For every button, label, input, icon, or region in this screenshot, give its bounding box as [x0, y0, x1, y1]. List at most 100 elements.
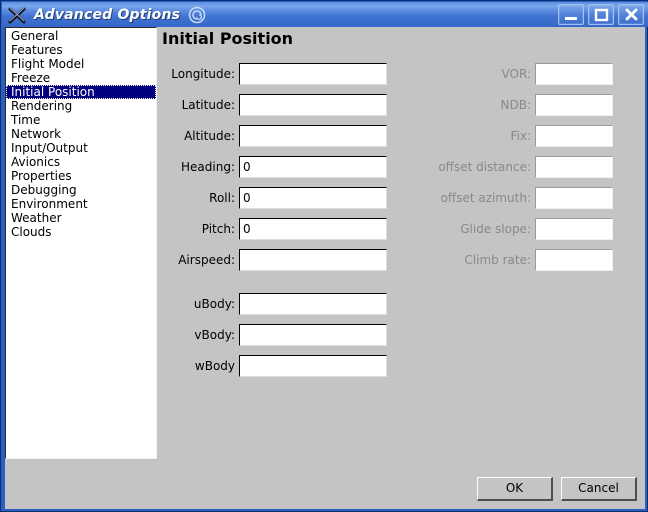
label-heading: Heading:	[181, 160, 235, 174]
field-row-pitch: Pitch: 0	[162, 218, 387, 240]
sidebar-item-avionics[interactable]: Avionics	[6, 155, 156, 169]
label-longitude: Longitude:	[171, 67, 235, 81]
label-ubody: uBody:	[193, 297, 235, 311]
sidebar-item-label: Flight Model	[11, 57, 85, 71]
sidebar-item-label: Rendering	[11, 99, 73, 113]
category-list[interactable]: General Features Flight Model Freeze Initial…	[5, 27, 157, 459]
sidebar-item-label: Clouds	[11, 225, 52, 239]
label-climb-rate: Climb rate:	[464, 253, 531, 267]
label-airspeed: Airspeed:	[178, 253, 235, 267]
left-field-column: Longitude: Latitude: Altitude: Heading: 0 Rol…	[162, 63, 387, 386]
sidebar-item-network[interactable]: Network	[6, 127, 156, 141]
input-glide-slope	[535, 218, 613, 240]
sidebar-item-properties[interactable]: Properties	[6, 169, 156, 183]
advanced-options-window: Advanced Options General Features Flight…	[0, 0, 648, 512]
input-wbody[interactable]	[239, 355, 387, 377]
sidebar-item-label: Features	[11, 43, 63, 57]
dialog-button-bar: OK Cancel	[477, 477, 637, 501]
label-altitude: Altitude:	[184, 129, 235, 143]
sidebar-item-clouds[interactable]: Clouds	[6, 225, 156, 239]
sidebar-item-rendering[interactable]: Rendering	[6, 99, 156, 113]
label-latitude: Latitude:	[181, 98, 235, 112]
field-row-ndb: NDB:	[405, 94, 613, 116]
input-ubody[interactable]	[239, 293, 387, 315]
sidebar-item-weather[interactable]: Weather	[6, 211, 156, 225]
input-roll[interactable]: 0	[239, 187, 387, 209]
x11-logo-icon	[8, 7, 26, 23]
input-ndb	[535, 94, 613, 116]
field-row-longitude: Longitude:	[162, 63, 387, 85]
label-glide-slope: Glide slope:	[460, 222, 531, 236]
sidebar-item-debugging[interactable]: Debugging	[6, 183, 156, 197]
label-offset-distance: offset distance:	[438, 160, 531, 174]
input-vbody[interactable]	[239, 324, 387, 346]
field-row-vor: VOR:	[405, 63, 613, 85]
label-pitch: Pitch:	[201, 222, 235, 236]
window-titlebar[interactable]: Advanced Options	[2, 2, 648, 27]
sidebar-item-label: Network	[11, 127, 62, 141]
sidebar-item-freeze[interactable]: Freeze	[6, 71, 156, 85]
label-fix: Fix:	[510, 129, 531, 143]
input-offset-distance	[535, 156, 613, 178]
sidebar-item-label: Debugging	[11, 183, 77, 197]
field-row-fix: Fix:	[405, 125, 613, 147]
field-row-latitude: Latitude:	[162, 94, 387, 116]
input-heading[interactable]: 0	[239, 156, 387, 178]
sidebar-item-environment[interactable]: Environment	[6, 197, 156, 211]
field-row-vbody: vBody:	[162, 324, 387, 346]
minimize-button[interactable]	[558, 4, 584, 25]
input-climb-rate	[535, 249, 613, 271]
input-latitude[interactable]	[239, 94, 387, 116]
sidebar-item-general[interactable]: General	[6, 29, 156, 43]
label-ndb: NDB:	[500, 98, 532, 112]
sidebar-item-label: Freeze	[11, 71, 51, 85]
field-row-ubody: uBody:	[162, 293, 387, 315]
field-row-altitude: Altitude:	[162, 125, 387, 147]
sidebar-item-label: General	[11, 29, 59, 43]
input-fix	[535, 125, 613, 147]
sidebar-item-initial-position[interactable]: Initial Position	[6, 85, 156, 99]
input-pitch[interactable]: 0	[239, 218, 387, 240]
close-icon	[625, 8, 638, 21]
label-vbody: vBody:	[194, 328, 235, 342]
sidebar-item-time[interactable]: Time	[6, 113, 156, 127]
input-offset-azimuth	[535, 187, 613, 209]
field-row-wbody: wBody	[162, 355, 387, 377]
label-wbody: wBody	[194, 359, 235, 373]
minimize-icon	[565, 17, 577, 20]
sidebar-item-features[interactable]: Features	[6, 43, 156, 57]
sidebar-item-input-output[interactable]: Input/Output	[6, 141, 156, 155]
cancel-button[interactable]: Cancel	[561, 477, 637, 501]
field-row-airspeed: Airspeed:	[162, 249, 387, 271]
window-title: Advanced Options	[34, 6, 181, 23]
page-title: Initial Position	[162, 29, 294, 48]
sidebar-item-label: Weather	[11, 211, 62, 225]
label-vor: VOR:	[501, 67, 531, 81]
close-button[interactable]	[618, 4, 644, 25]
input-altitude[interactable]	[239, 125, 387, 147]
window-controls	[558, 4, 644, 25]
sidebar-item-label: Avionics	[11, 155, 61, 169]
field-row-heading: Heading: 0	[162, 156, 387, 178]
maximize-icon	[594, 8, 609, 22]
field-row-offset-distance: offset distance:	[405, 156, 613, 178]
sidebar-item-label: Time	[11, 113, 41, 127]
label-roll: Roll:	[209, 191, 235, 205]
field-row-climb-rate: Climb rate:	[405, 249, 613, 271]
sidebar-item-label: Input/Output	[11, 141, 88, 155]
input-vor	[535, 63, 613, 85]
maximize-button[interactable]	[588, 4, 614, 25]
sidebar-item-label: Properties	[11, 169, 72, 183]
shade-spiral-icon[interactable]	[188, 6, 206, 24]
sidebar-item-label: Environment	[11, 197, 88, 211]
right-field-column: VOR: NDB: Fix: offset distance: offset azimu…	[405, 63, 613, 280]
field-row-glide-slope: Glide slope:	[405, 218, 613, 240]
label-offset-azimuth: offset azimuth:	[440, 191, 531, 205]
field-row-roll: Roll: 0	[162, 187, 387, 209]
sidebar-item-flight-model[interactable]: Flight Model	[6, 57, 156, 71]
dialog-client-area: General Features Flight Model Freeze Initial…	[5, 27, 645, 509]
input-longitude[interactable]	[239, 63, 387, 85]
field-row-offset-azimuth: offset azimuth:	[405, 187, 613, 209]
input-airspeed[interactable]	[239, 249, 387, 271]
ok-button[interactable]: OK	[477, 477, 553, 501]
